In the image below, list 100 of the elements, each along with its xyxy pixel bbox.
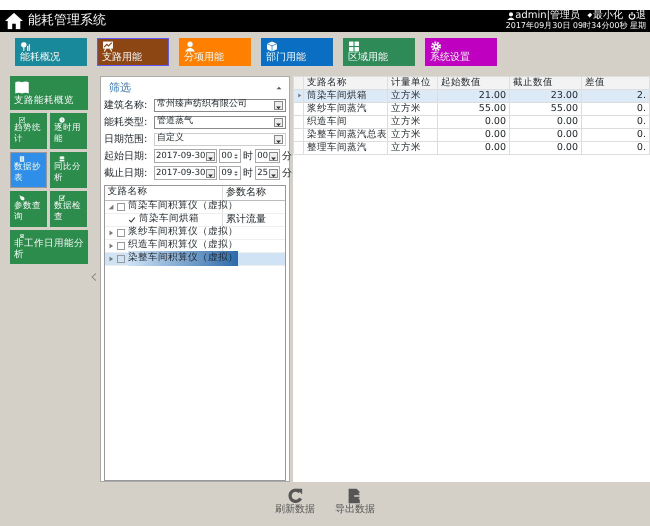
- field-label: 日期范围:: [104, 132, 148, 146]
- spinner-arrows-icon: [233, 168, 240, 178]
- unit-label: 时: [243, 150, 254, 164]
- table-cell: 浆纱车间蒸汽: [304, 102, 388, 116]
- hour-spinner[interactable]: 09: [219, 166, 242, 180]
- column-header: 支路名称: [304, 76, 388, 90]
- date-field[interactable]: 2017-09-30: [154, 166, 218, 180]
- sidebar-tile[interactable]: 参数查询: [10, 191, 47, 227]
- table-cell: 2.: [582, 90, 650, 102]
- power-icon: [628, 12, 636, 20]
- tree-item[interactable]: 筒染车间烘箱: [139, 212, 199, 227]
- tree-item[interactable]: 织造车间积算仪（虚拟）: [128, 238, 238, 253]
- user-icon: [507, 12, 516, 20]
- unit-label: 分: [282, 150, 292, 164]
- minimize-button[interactable]: 最小化: [585, 11, 623, 21]
- chart-icon: [20, 41, 32, 52]
- chevron-left-icon: [90, 270, 98, 284]
- table-cell: 织造车间: [304, 116, 388, 128]
- expand-arrow-icon: [108, 242, 114, 248]
- column-header: 截止数值: [510, 76, 582, 90]
- exit-button[interactable]: 退: [628, 11, 646, 21]
- minute-select[interactable]: 00: [255, 149, 280, 163]
- nav-tile[interactable]: 区域用能: [343, 38, 415, 66]
- table-cell: 染整车间蒸汽总表: [304, 128, 388, 142]
- dropdown-arrow-icon: [275, 138, 282, 145]
- tree-item[interactable]: 浆纱车间积算仪（虚拟）: [128, 225, 238, 240]
- sidebar-tile[interactable]: 数据检查: [50, 191, 87, 227]
- table-cell: 立方米: [388, 102, 438, 116]
- tree-item[interactable]: 染整车间积算仪（虚拟）: [128, 251, 238, 266]
- gear-icon: [430, 41, 442, 52]
- column-header: 计量单位: [388, 76, 438, 90]
- table-cell: 23.00: [510, 90, 582, 102]
- sidebar-tile[interactable]: 逐时用能: [50, 113, 87, 149]
- column-header: 支路名称: [105, 186, 223, 200]
- table-cell: 筒染车间烘箱: [304, 90, 388, 102]
- table-cell: 0.00: [438, 116, 510, 128]
- tree-item[interactable]: 筒染车间积算仪（虚拟）: [128, 199, 238, 214]
- nav-tile[interactable]: 支路用能: [97, 38, 169, 66]
- field-label: 建筑名称:: [104, 98, 148, 112]
- refresh-icon: [287, 488, 303, 504]
- app-title: 能耗管理系统: [28, 12, 106, 30]
- person-icon: [184, 41, 196, 52]
- checkbox[interactable]: [117, 202, 125, 210]
- table-cell: 0.: [582, 102, 650, 116]
- checkbox[interactable]: [117, 228, 125, 236]
- table-cell: 0.00: [510, 128, 582, 142]
- spinner-arrows-icon: [233, 152, 240, 160]
- dropdown-arrow-icon: [207, 154, 214, 162]
- export-icon: [347, 488, 363, 504]
- dropdown-arrow-icon: [270, 172, 278, 179]
- table-cell: 0.: [582, 116, 650, 128]
- sidebar-tile[interactable]: 趋势统计: [10, 113, 47, 149]
- dropdown-arrow-icon: [275, 120, 282, 128]
- unit-label: 时: [243, 166, 254, 180]
- action-button[interactable]: 刷新数据: [275, 488, 315, 526]
- dropdown-arrow-icon: [275, 104, 282, 111]
- table-cell: 55.00: [438, 102, 510, 116]
- collapse-icon: [276, 85, 282, 92]
- panel-title: 筛选: [109, 80, 131, 96]
- hour-spinner[interactable]: 00: [219, 149, 242, 163]
- table-cell: 0.: [582, 128, 650, 142]
- collapse-arrow-icon: [108, 204, 114, 210]
- select-field[interactable]: 常州臻声纺织有限公司: [154, 98, 286, 112]
- nav-tile[interactable]: 系统设置: [425, 38, 497, 66]
- dropdown-arrow-icon: [270, 154, 278, 162]
- table-cell: 立方米: [388, 142, 438, 154]
- user-link[interactable]: admin|管理员: [507, 11, 580, 21]
- table-cell: 立方米: [388, 90, 438, 102]
- cube-icon: [266, 41, 278, 52]
- select-field[interactable]: 自定义: [154, 132, 286, 146]
- sidebar-tile[interactable]: 非工作日用能分析: [10, 230, 88, 264]
- book-icon: [14, 80, 30, 95]
- table-cell: 55.00: [510, 102, 582, 116]
- table-cell: 0.: [582, 142, 650, 154]
- expand-arrow-icon: [108, 230, 114, 236]
- table-cell: 0.00: [510, 142, 582, 154]
- table-cell: 整理车间蒸汽: [304, 142, 388, 154]
- dropdown-arrow-icon: [207, 172, 214, 179]
- field-label: 截止日期:: [104, 166, 148, 180]
- sidebar-tile[interactable]: 同比分析: [50, 152, 87, 188]
- sidebar-tile[interactable]: 支路能耗概览: [10, 76, 88, 110]
- field-label: 起始日期:: [104, 150, 148, 164]
- expand-arrow-icon: [108, 256, 114, 262]
- table-cell: 0.00: [438, 142, 510, 154]
- table-cell: 立方米: [388, 116, 438, 128]
- row-pointer-icon: [297, 92, 302, 98]
- checkbox[interactable]: [128, 216, 136, 224]
- nav-tile[interactable]: 部门用能: [261, 38, 333, 66]
- action-button[interactable]: 导出数据: [335, 488, 375, 526]
- check-icon: [128, 216, 136, 224]
- select-field[interactable]: 管道蒸气: [154, 116, 286, 128]
- table-cell: 0.00: [510, 116, 582, 128]
- grid-icon: [348, 41, 360, 52]
- date-field[interactable]: 2017-09-30: [154, 149, 218, 163]
- parameter-name: 累计流量: [226, 214, 266, 225]
- column-header: 差值: [582, 76, 650, 90]
- checkbox[interactable]: [117, 254, 125, 262]
- nav-tile[interactable]: 能耗概况: [15, 38, 87, 66]
- checkbox[interactable]: [117, 242, 125, 250]
- minute-select[interactable]: 25: [255, 166, 280, 180]
